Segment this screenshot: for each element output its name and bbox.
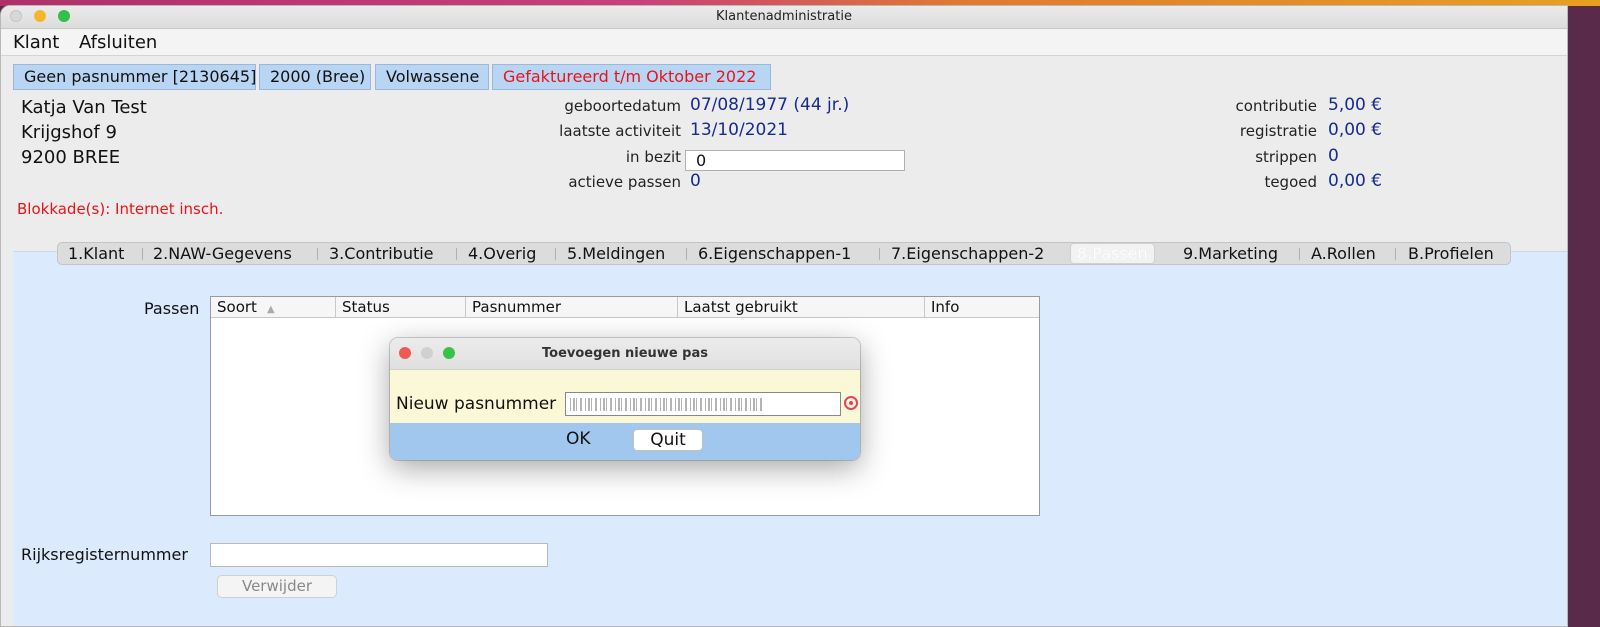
column-header-pasnummer[interactable]: Pasnummer xyxy=(466,297,678,317)
barcode-placeholder-icon xyxy=(570,398,762,411)
tab-marketing[interactable]: 9.Marketing xyxy=(1183,243,1278,264)
tab-separator xyxy=(1395,248,1396,260)
customer-street: Krijgshof 9 xyxy=(21,122,117,143)
tab-separator xyxy=(317,248,318,260)
contributie-value: 5,00 € xyxy=(1328,95,1383,115)
verwijder-button[interactable]: Verwijder xyxy=(217,575,337,598)
customer-city: 9200 BREE xyxy=(21,147,121,168)
customer-name: Katja Van Test xyxy=(21,97,147,118)
location-badge: 2000 (Bree) xyxy=(259,64,371,90)
tab-separator xyxy=(879,248,880,260)
scan-target-icon[interactable] xyxy=(844,396,858,410)
menu-bar: Klant Afsluiten xyxy=(1,29,1567,56)
registratie-value: 0,00 € xyxy=(1328,120,1383,140)
strippen-value: 0 xyxy=(1328,146,1339,166)
tegoed-value: 0,00 € xyxy=(1328,171,1383,191)
geboortedatum-label: geboortedatum xyxy=(564,97,681,115)
tab-bar: 1.Klant 2.NAW-Gegevens 3.Contributie 4.O… xyxy=(57,242,1511,265)
rijksregisternummer-field[interactable] xyxy=(210,543,548,567)
category-badge: Volwassene xyxy=(375,64,489,90)
laatste-activiteit-label: laatste activiteit xyxy=(559,122,681,140)
tab-contributie[interactable]: 3.Contributie xyxy=(329,243,434,264)
dialog-title-bar[interactable]: Toevoegen nieuwe pas xyxy=(390,338,860,370)
title-bar[interactable]: Klantenadministratie xyxy=(1,6,1567,29)
new-pasnummer-input[interactable] xyxy=(565,392,841,416)
column-header-laatst-gebruikt[interactable]: Laatst gebruikt xyxy=(678,297,925,317)
pasnummer-badge: Geen pasnummer [2130645] xyxy=(13,64,256,90)
menu-klant[interactable]: Klant xyxy=(13,32,59,53)
main-window: Klantenadministratie Klant Afsluiten Gee… xyxy=(0,5,1568,627)
rijksregisternummer-label: Rijksregisternummer xyxy=(21,545,188,564)
contributie-label: contributie xyxy=(1235,97,1317,115)
blokkade-text: Blokkade(s): Internet insch. xyxy=(17,200,224,218)
dialog-title: Toevoegen nieuwe pas xyxy=(542,346,708,361)
tab-naw-gegevens[interactable]: 2.NAW-Gegevens xyxy=(153,243,292,264)
tab-rollen[interactable]: A.Rollen xyxy=(1311,243,1376,264)
window-title: Klantenadministratie xyxy=(716,9,852,24)
tab-separator xyxy=(456,248,457,260)
in-bezit-field[interactable]: 0 xyxy=(685,150,905,171)
tab-meldingen[interactable]: 5.Meldingen xyxy=(567,243,665,264)
new-pass-dialog: Toevoegen nieuwe pas Nieuw pasnummer OK … xyxy=(390,338,860,460)
strippen-label: strippen xyxy=(1255,148,1317,166)
ok-button[interactable]: OK xyxy=(566,429,591,449)
column-header-soort[interactable]: Soort ▲ xyxy=(211,297,336,317)
actieve-passen-value: 0 xyxy=(690,171,701,191)
table-header: Soort ▲ Status Pasnummer Laatst gebruikt … xyxy=(211,297,1039,318)
in-bezit-label: in bezit xyxy=(625,148,681,166)
registratie-label: registratie xyxy=(1239,122,1317,140)
laatste-activiteit-value: 13/10/2021 xyxy=(690,120,788,140)
actieve-passen-label: actieve passen xyxy=(568,173,681,191)
quit-button[interactable]: Quit xyxy=(633,429,703,451)
billing-badge: Gefaktureerd t/m Oktober 2022 xyxy=(492,64,771,90)
dialog-button-bar xyxy=(390,423,860,460)
sort-ascending-icon: ▲ xyxy=(266,304,275,315)
new-pasnummer-label: Nieuw pasnummer xyxy=(396,394,557,414)
passen-label: Passen xyxy=(144,299,200,318)
menu-afsluiten[interactable]: Afsluiten xyxy=(79,32,157,53)
column-header-status[interactable]: Status xyxy=(336,297,466,317)
tab-passen[interactable]: 8.Passen xyxy=(1070,243,1155,264)
tab-eigenschappen-2[interactable]: 7.Eigenschappen-2 xyxy=(891,243,1044,264)
tegoed-label: tegoed xyxy=(1264,173,1317,191)
column-header-info[interactable]: Info xyxy=(925,297,1039,317)
tab-overig[interactable]: 4.Overig xyxy=(468,243,536,264)
geboortedatum-value: 07/08/1977 (44 jr.) xyxy=(690,95,850,115)
tab-separator xyxy=(1299,248,1300,260)
tab-separator xyxy=(555,248,556,260)
tab-separator xyxy=(686,248,687,260)
tab-eigenschappen-1[interactable]: 6.Eigenschappen-1 xyxy=(698,243,851,264)
column-header-label: Soort xyxy=(217,298,257,316)
tab-separator xyxy=(142,248,143,260)
tab-profielen[interactable]: B.Profielen xyxy=(1408,243,1494,264)
tab-klant[interactable]: 1.Klant xyxy=(68,243,124,264)
